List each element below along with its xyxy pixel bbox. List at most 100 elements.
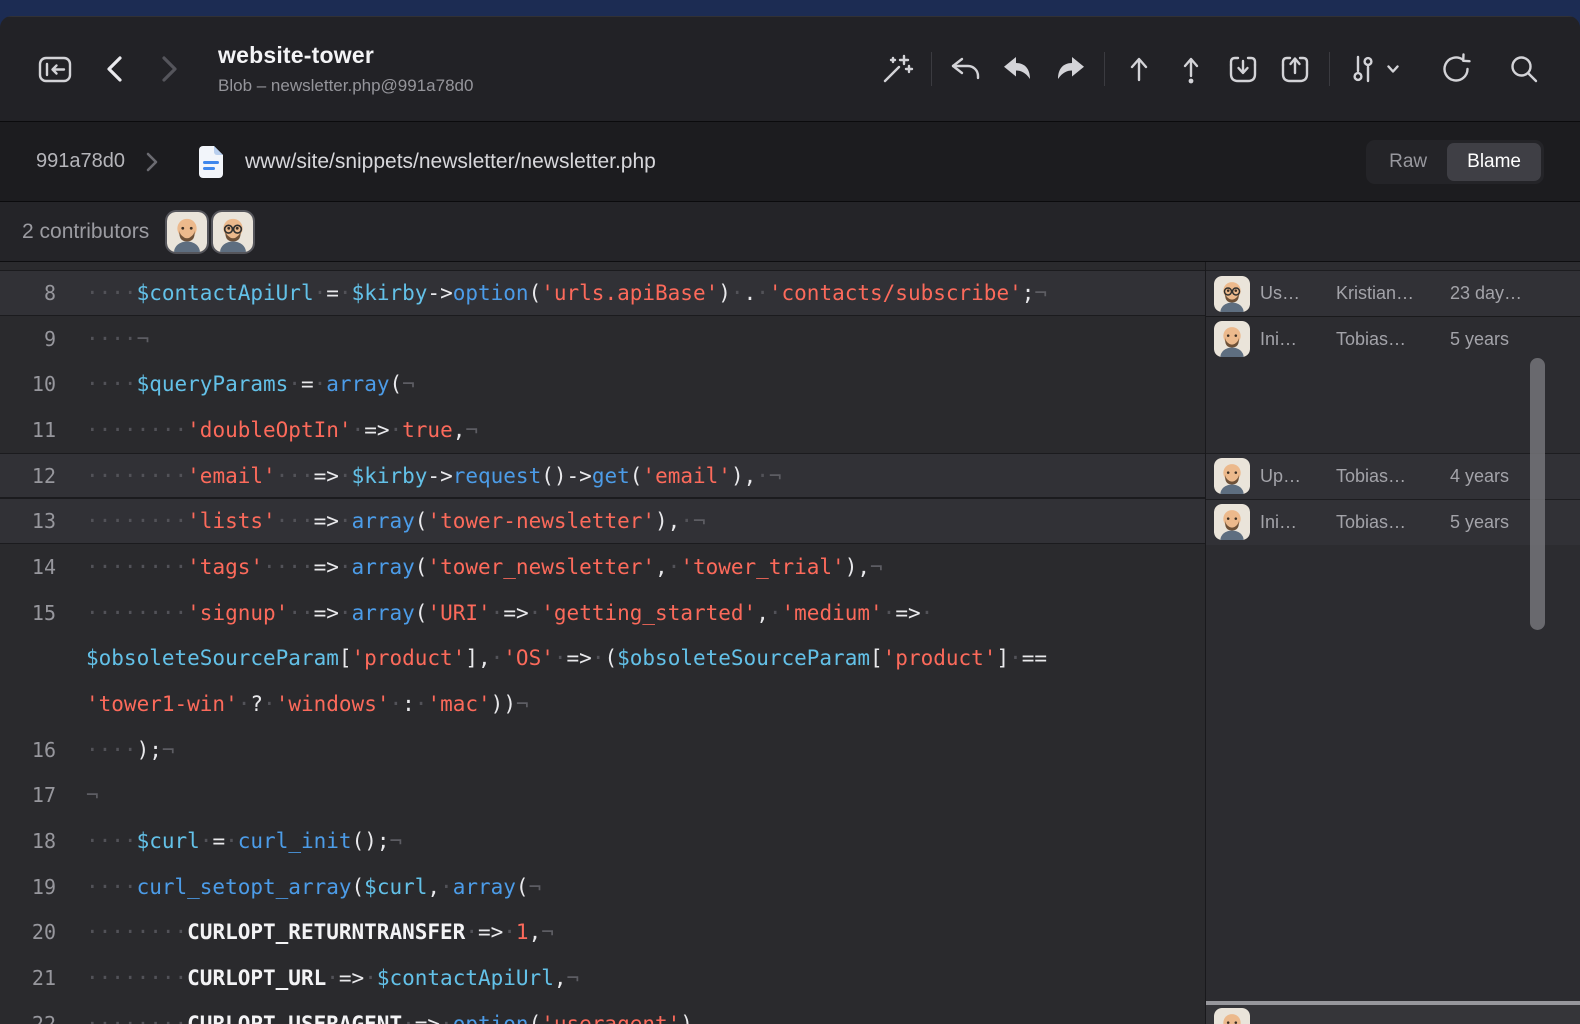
refresh-button[interactable] (1430, 46, 1482, 92)
code-text: ····curl_setopt_array($curl,·array(¬ (56, 875, 541, 899)
code-text: ········'doubleOptIn'·=>·true,¬ (56, 418, 478, 442)
blame-date: 5 years (1450, 329, 1524, 350)
window-title-block: website-tower Blob – newsletter.php@991a… (218, 42, 473, 96)
code-line[interactable]: $obsoleteSourceParam['product'],·'OS'·=>… (0, 636, 1205, 682)
toolbar (871, 46, 1550, 92)
line-number: 8 (0, 281, 56, 305)
contributors-bar: 2 contributors (0, 202, 1580, 262)
window-title: website-tower (218, 42, 473, 69)
code-line[interactable]: 17¬ (0, 773, 1205, 819)
blame-summary: Ini… (1260, 329, 1326, 350)
blame-summary: Ini… (1260, 512, 1326, 533)
blame-row[interactable]: Up… Tobias… 4 years (1206, 453, 1580, 499)
stash-apply-icon (1277, 52, 1313, 86)
blame-row[interactable]: Us…Kristian…23 day… (1206, 270, 1580, 316)
titlebar: website-tower Blob – newsletter.php@991a… (0, 16, 1580, 122)
code-line[interactable]: 9····¬ (0, 316, 1205, 362)
blame-author: Tobias… (1336, 466, 1438, 487)
code-line[interactable]: 22········CURLOPT_USERAGENT·=>·option('u… (0, 1001, 1205, 1024)
code-line[interactable]: 14········'tags'····=>·array('tower_news… (0, 544, 1205, 590)
line-number: 15 (0, 601, 56, 625)
fetch-button[interactable] (940, 46, 992, 92)
chevron-right-icon (156, 54, 182, 84)
code-text: ····$queryParams·=·array(¬ (56, 372, 415, 396)
toolbar-separator (1104, 52, 1105, 86)
code-text: ········CURLOPT_RETURNTRANSFER·=>·1,¬ (56, 920, 554, 944)
arrow-up-icon (1122, 52, 1156, 86)
blame-date: 4 years (1450, 466, 1524, 487)
branch-button[interactable] (1113, 46, 1165, 92)
blame-row[interactable]: Ini…Tobias…5 years (1206, 499, 1580, 545)
code-line[interactable]: 15········'signup'··=>·array('URI'·=>·'g… (0, 590, 1205, 636)
code-line[interactable]: 20········CURLOPT_RETURNTRANSFER·=>·1,¬ (0, 910, 1205, 956)
code-line[interactable]: 'tower1-win'·?·'windows'·:·'mac'))¬ (0, 681, 1205, 727)
code-line[interactable]: 10····$queryParams·=·array(¬ (0, 361, 1205, 407)
stash-save-icon (1225, 52, 1261, 86)
code-text: $obsoleteSourceParam['product'],·'OS'·=>… (56, 646, 1047, 670)
blame-row[interactable]: Ini…Tobias…5 years (1206, 316, 1580, 362)
blame-summary: Up… (1260, 466, 1326, 487)
code-text: ····$contactApiUrl·=·$kirby->option('url… (56, 281, 1047, 305)
code-line[interactable]: 16····);¬ (0, 727, 1205, 773)
back-button[interactable] (96, 48, 134, 90)
breadcrumb-chevron-icon (145, 151, 159, 173)
avatar (1214, 1008, 1250, 1024)
code-text: ····);¬ (56, 738, 175, 762)
commit-hash[interactable]: 991a78d0 (36, 150, 125, 173)
pull-button[interactable] (992, 46, 1044, 92)
line-number: 12 (0, 464, 56, 488)
apply-stash-button[interactable] (1269, 46, 1321, 92)
code-text: ········'lists'···=>·array('tower-newsle… (56, 509, 706, 533)
contributors-label: 2 contributors (22, 220, 149, 244)
stash-button[interactable] (1217, 46, 1269, 92)
code-text: ········'signup'··=>·array('URI'·=>·'get… (56, 601, 933, 625)
overview-icon (36, 52, 74, 86)
code-line[interactable]: 19····curl_setopt_array($curl,·array(¬ (0, 864, 1205, 910)
avatar (213, 212, 253, 252)
code-line[interactable]: 13········'lists'···=>·array('tower-news… (0, 498, 1205, 544)
avatar (1214, 458, 1250, 494)
undo-arrow-icon (1000, 52, 1036, 86)
overview-button[interactable] (30, 46, 80, 92)
compare-icon (1346, 52, 1380, 86)
line-number: 11 (0, 418, 56, 442)
code-lines: 8····$contactApiUrl·=·$kirby->option('ur… (0, 262, 1205, 1024)
code-line[interactable]: 21········CURLOPT_URL·=>·$contactApiUrl,… (0, 955, 1205, 1001)
redo-arrow-icon (1052, 52, 1088, 86)
code-text: ¬ (56, 783, 99, 807)
compare-button[interactable] (1338, 46, 1408, 92)
code-text: ····¬ (56, 327, 149, 351)
file-icon (197, 145, 225, 179)
raw-button[interactable]: Raw (1369, 143, 1447, 181)
contributor-avatars (167, 212, 253, 252)
quick-actions-button[interactable] (871, 46, 923, 92)
code-text: ····$curl·=·curl_init();¬ (56, 829, 402, 853)
line-number: 21 (0, 966, 56, 990)
line-number: 13 (0, 509, 56, 533)
search-button[interactable] (1498, 46, 1550, 92)
code-line[interactable]: 12········'email'···=>·$kirby->request()… (0, 453, 1205, 499)
path-bar: 991a78d0 www/site/snippets/newsletter/ne… (0, 122, 1580, 202)
blame-summary: Us… (1260, 283, 1326, 304)
blame-row[interactable] (1206, 1001, 1580, 1024)
blame-button[interactable]: Blame (1447, 143, 1541, 181)
line-number: 14 (0, 555, 56, 579)
push-button[interactable] (1044, 46, 1096, 92)
line-number: 19 (0, 875, 56, 899)
window-subtitle: Blob – newsletter.php@991a78d0 (218, 76, 473, 96)
line-number: 22 (0, 1012, 56, 1024)
vertical-scrollbar[interactable] (1530, 358, 1545, 630)
arrow-up-dot-icon (1174, 52, 1208, 86)
code-text: ········'tags'····=>·array('tower_newsle… (56, 555, 883, 579)
search-icon (1507, 52, 1541, 86)
commit-button[interactable] (1165, 46, 1217, 92)
code-line[interactable]: 8····$contactApiUrl·=·$kirby->option('ur… (0, 270, 1205, 316)
avatar (1214, 276, 1250, 312)
avatar (1214, 504, 1250, 540)
code-line[interactable]: 18····$curl·=·curl_init();¬ (0, 818, 1205, 864)
avatar (167, 212, 207, 252)
blame-author: Kristian… (1336, 283, 1438, 304)
forward-button[interactable] (150, 48, 188, 90)
blame-author: Tobias… (1336, 512, 1438, 533)
code-line[interactable]: 11········'doubleOptIn'·=>·true,¬ (0, 407, 1205, 453)
